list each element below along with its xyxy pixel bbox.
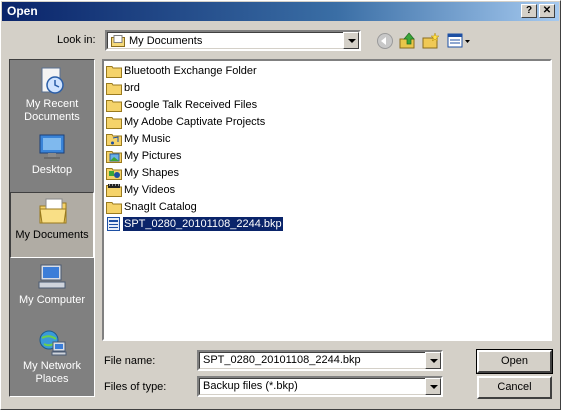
look-in-label: Look in: — [57, 34, 96, 46]
place-desktop[interactable]: Desktop — [10, 128, 94, 194]
places-bar: My Recent Documents Desktop My Documents — [9, 59, 95, 397]
place-my-network-places[interactable]: My Network Places — [10, 324, 94, 390]
folder-icon — [106, 117, 122, 129]
file-name: My Videos — [124, 184, 176, 196]
look-in-dropdown-arrow[interactable] — [343, 32, 359, 49]
place-my-documents[interactable]: My Documents — [10, 192, 94, 258]
file-name-value[interactable]: SPT_0280_20101108_2244.bkp — [203, 354, 361, 366]
file-name: My Adobe Captivate Projects — [124, 116, 266, 128]
shapes-folder-icon — [106, 168, 122, 180]
file-type-label: Files of type: — [104, 381, 167, 393]
place-label: My Computer — [18, 294, 86, 306]
place-my-recent-documents[interactable]: My Recent Documents — [10, 62, 94, 128]
dialog-title: Open — [7, 4, 38, 18]
close-button[interactable]: ✕ — [539, 4, 555, 18]
file-name: Google Talk Received Files — [124, 99, 258, 111]
folder-icon — [106, 100, 122, 112]
look-in-dropdown[interactable]: My Documents — [105, 30, 361, 51]
videos-folder-icon — [106, 184, 122, 197]
cancel-button[interactable]: Cancel — [477, 376, 552, 399]
file-name: My Shapes — [124, 167, 180, 179]
file-list[interactable]: Bluetooth Exchange Folder brd Google Tal… — [102, 59, 552, 341]
new-folder-icon[interactable] — [422, 32, 440, 50]
up-folder-icon[interactable] — [399, 32, 417, 50]
place-label: Desktop — [31, 164, 73, 176]
file-name: My Music — [124, 133, 171, 145]
place-my-computer[interactable]: My Computer — [10, 258, 94, 324]
place-label: My Network Places — [22, 360, 82, 385]
file-name-field[interactable]: SPT_0280_20101108_2244.bkp — [197, 350, 443, 371]
open-button[interactable]: Open — [476, 349, 553, 374]
file-name: SPT_0280_20101108_2244.bkp — [122, 216, 284, 232]
file-name-dropdown-arrow[interactable] — [425, 352, 441, 369]
title-bar[interactable]: Open ? ✕ — [2, 2, 559, 21]
my-computer-icon — [38, 264, 66, 289]
file-type-value: Backup files (*.bkp) — [203, 380, 298, 392]
folder-icon — [106, 83, 122, 95]
file-name: Bluetooth Exchange Folder — [124, 65, 257, 77]
help-button[interactable]: ? — [521, 4, 537, 18]
my-documents-icon — [39, 198, 67, 224]
look-in-value: My Documents — [129, 35, 203, 47]
pictures-folder-icon — [106, 151, 122, 163]
music-folder-icon — [106, 134, 122, 146]
desktop-icon — [39, 134, 65, 159]
my-documents-icon — [111, 35, 125, 47]
place-label: My Recent Documents — [24, 98, 80, 123]
file-type-dropdown-arrow[interactable] — [425, 378, 441, 395]
file-name: SnagIt Catalog — [124, 201, 197, 213]
network-places-icon — [39, 330, 67, 356]
file-name: brd — [124, 82, 140, 94]
file-name-label: File name: — [104, 355, 156, 367]
folder-icon — [106, 202, 122, 214]
file-icon — [107, 217, 120, 231]
file-name: My Pictures — [124, 150, 182, 162]
open-dialog: Open ? ✕ Look in: My Documents My Recent… — [0, 0, 561, 410]
folder-icon — [106, 66, 122, 78]
place-label: My Documents — [15, 229, 89, 241]
recent-documents-icon — [41, 67, 64, 94]
file-type-dropdown[interactable]: Backup files (*.bkp) — [197, 376, 443, 397]
back-icon[interactable] — [376, 32, 394, 50]
view-menu-icon[interactable] — [447, 32, 471, 50]
